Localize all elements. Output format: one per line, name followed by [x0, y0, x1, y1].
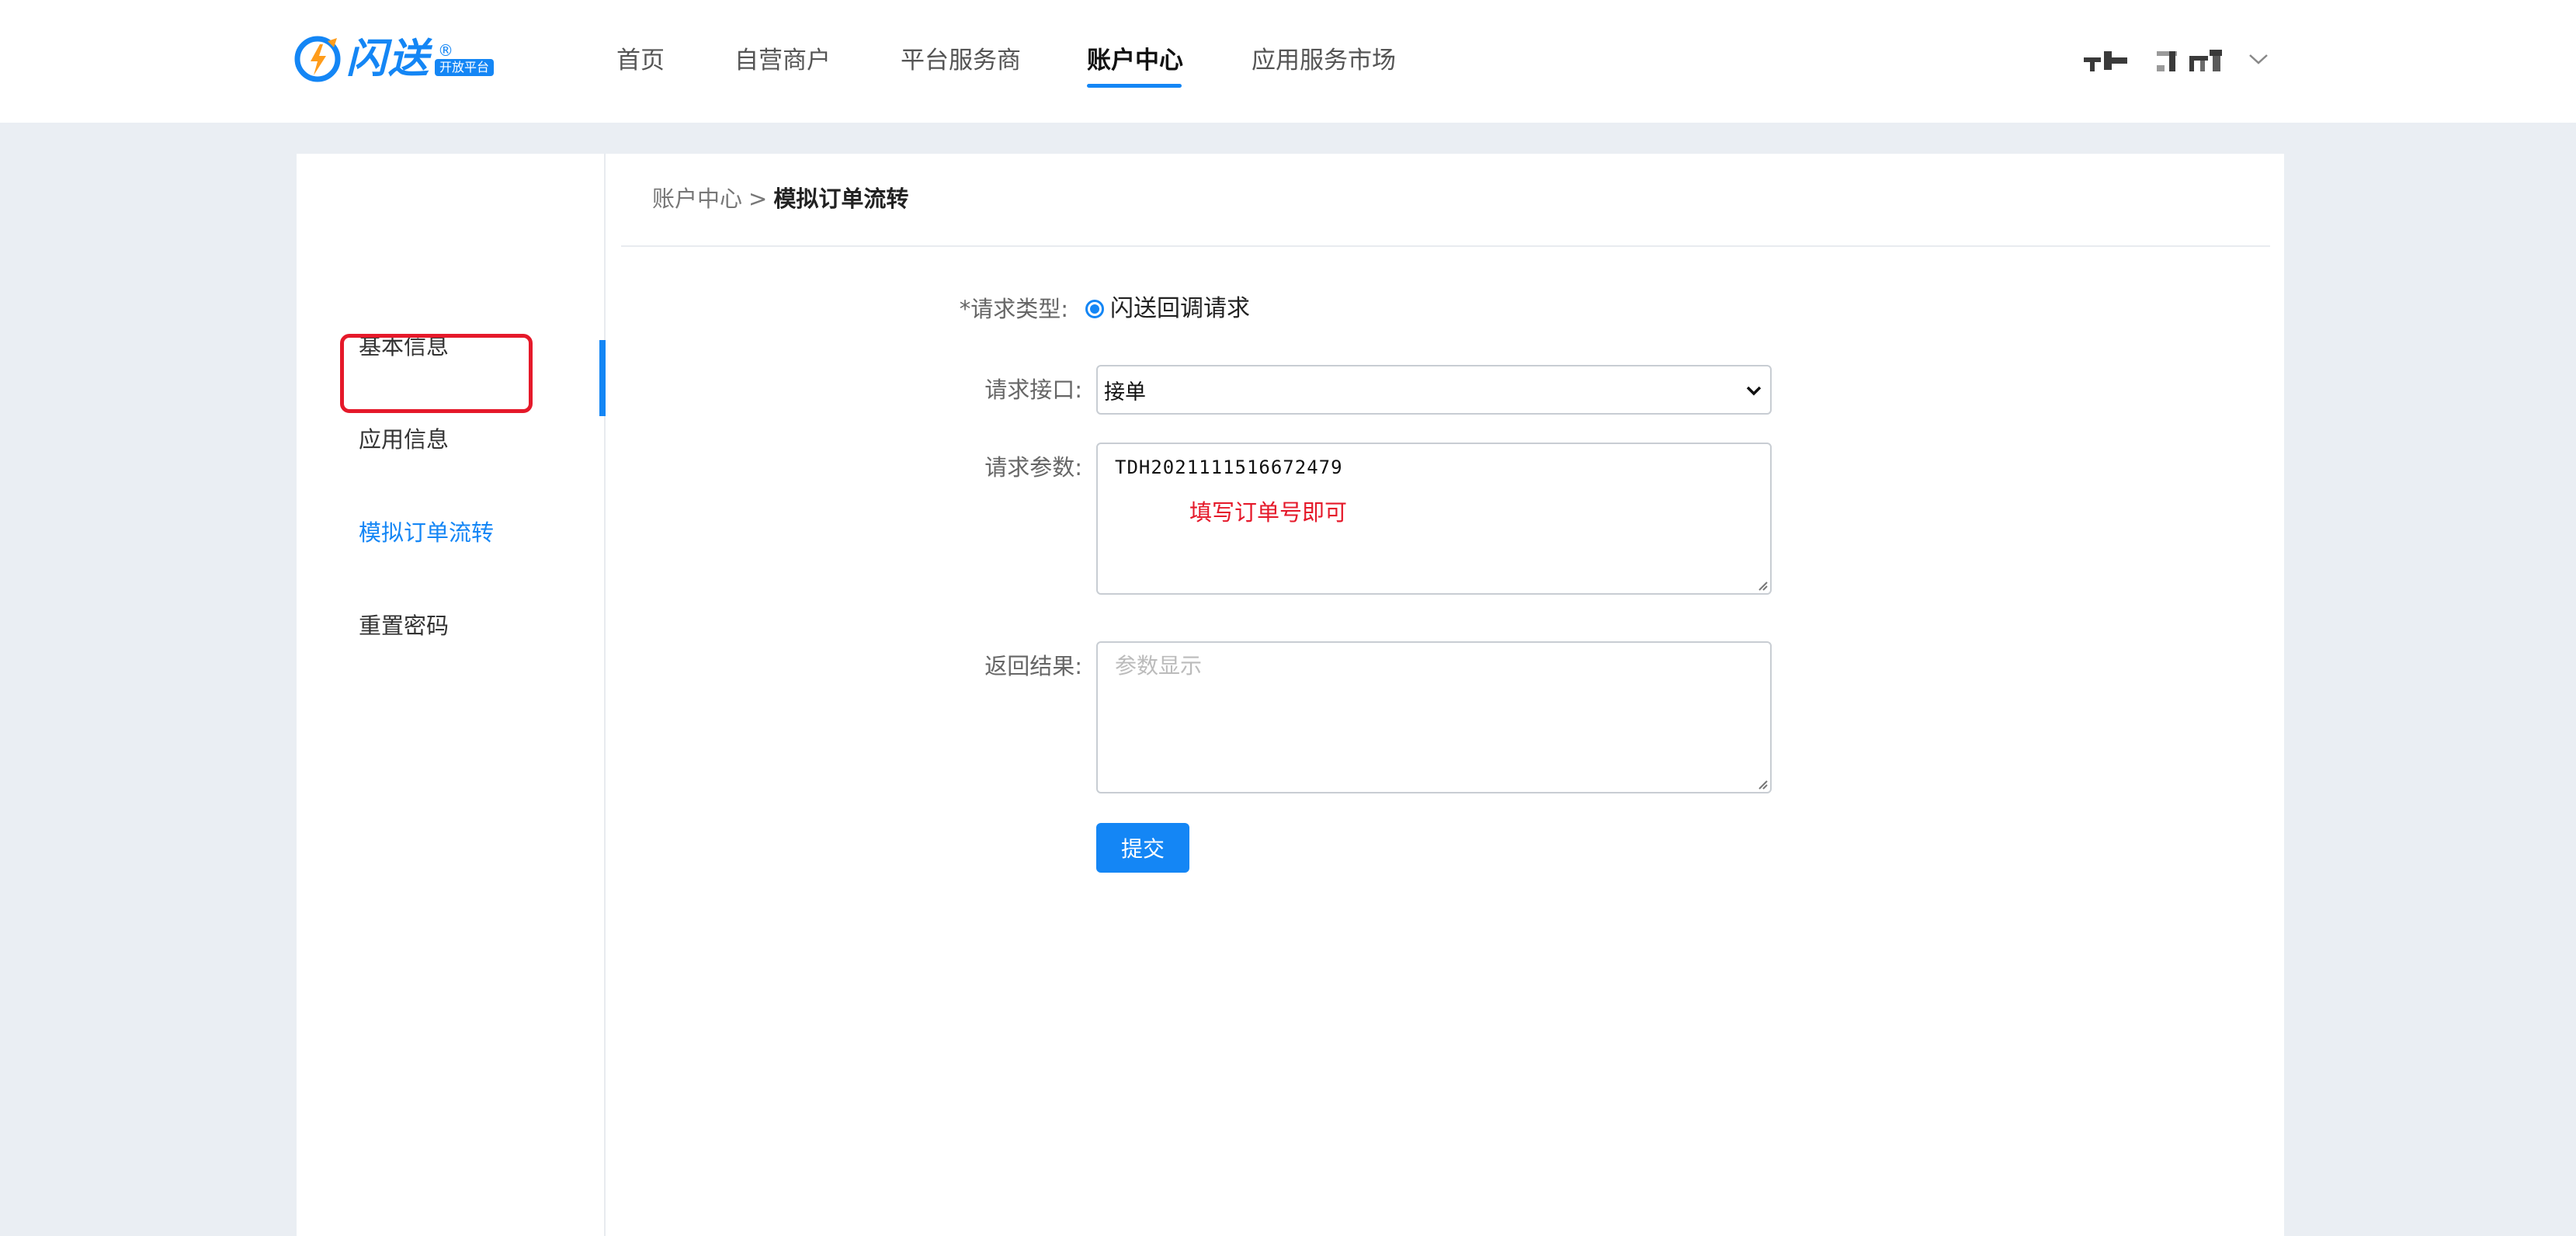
request-api-label: 请求接口: — [984, 377, 1082, 403]
user-name-pixelated — [2081, 43, 2233, 75]
highlight-box — [340, 334, 533, 413]
result-placeholder: 参数显示 — [1115, 653, 1203, 679]
submit-button[interactable]: 提交 — [1096, 823, 1189, 873]
nav-app-market[interactable]: 应用服务市场 — [1252, 43, 1396, 78]
user-menu[interactable] — [2081, 37, 2270, 81]
sidebar-item-app-info[interactable]: 应用信息 — [359, 422, 449, 457]
sidebar-item-reset-password[interactable]: 重置密码 — [359, 609, 449, 643]
top-header: 闪送 ® 开放平台 首页 自营商户 平台服务商 账户中心 应用服务市场 — [0, 0, 2576, 123]
radio-dot — [1090, 304, 1099, 314]
request-params-value: TDH2021111516672479 — [1115, 457, 1343, 478]
radio-label[interactable]: 闪送回调请求 — [1110, 292, 1250, 326]
breadcrumb-current: 模拟订单流转 — [773, 186, 909, 212]
nav-account-center[interactable]: 账户中心 — [1087, 43, 1183, 78]
breadcrumb-separator: > — [748, 186, 768, 212]
chevron-down-icon[interactable] — [2247, 47, 2270, 71]
request-api-value: 接单 — [1104, 380, 1146, 404]
nav-home[interactable]: 首页 — [616, 43, 665, 78]
nav-active-underline — [1087, 84, 1182, 88]
resize-handle-icon[interactable] — [1755, 578, 1769, 592]
request-type-option[interactable]: 闪送回调请求 — [1085, 292, 1250, 326]
result-textarea[interactable]: 参数显示 — [1096, 641, 1772, 793]
nav-self-merchant[interactable]: 自营商户 — [734, 43, 831, 78]
request-params-label: 请求参数: — [984, 454, 1082, 481]
breadcrumb-parent[interactable]: 账户中心 — [652, 186, 742, 212]
chevron-down-icon — [1746, 386, 1762, 396]
request-type-label: *请求类型: — [959, 296, 1068, 322]
request-api-select[interactable]: 接单 — [1096, 365, 1772, 415]
header-divider — [621, 245, 2270, 247]
breadcrumb: 账户中心 > 模拟订单流转 — [652, 182, 908, 216]
nav-platform-provider[interactable]: 平台服务商 — [901, 43, 1021, 78]
sidebar-active-indicator — [599, 340, 606, 416]
sidebar: 基本信息 应用信息 模拟订单流转 重置密码 — [297, 154, 606, 1236]
result-label: 返回结果: — [984, 653, 1082, 679]
resize-handle-icon[interactable] — [1755, 776, 1769, 790]
order-number-hint: 填写订单号即可 — [1189, 499, 1348, 526]
radio-button[interactable] — [1085, 300, 1104, 318]
content-panel: 基本信息 应用信息 模拟订单流转 重置密码 账户中心 > 模拟订单流转 *请求类型:… — [297, 154, 2284, 1236]
main-area: 账户中心 > 模拟订单流转 *请求类型: 闪送回调请求 请求接口: 接单 请求参数:… — [606, 154, 2284, 1236]
sidebar-item-simulate-order[interactable]: 模拟订单流转 — [359, 516, 494, 550]
